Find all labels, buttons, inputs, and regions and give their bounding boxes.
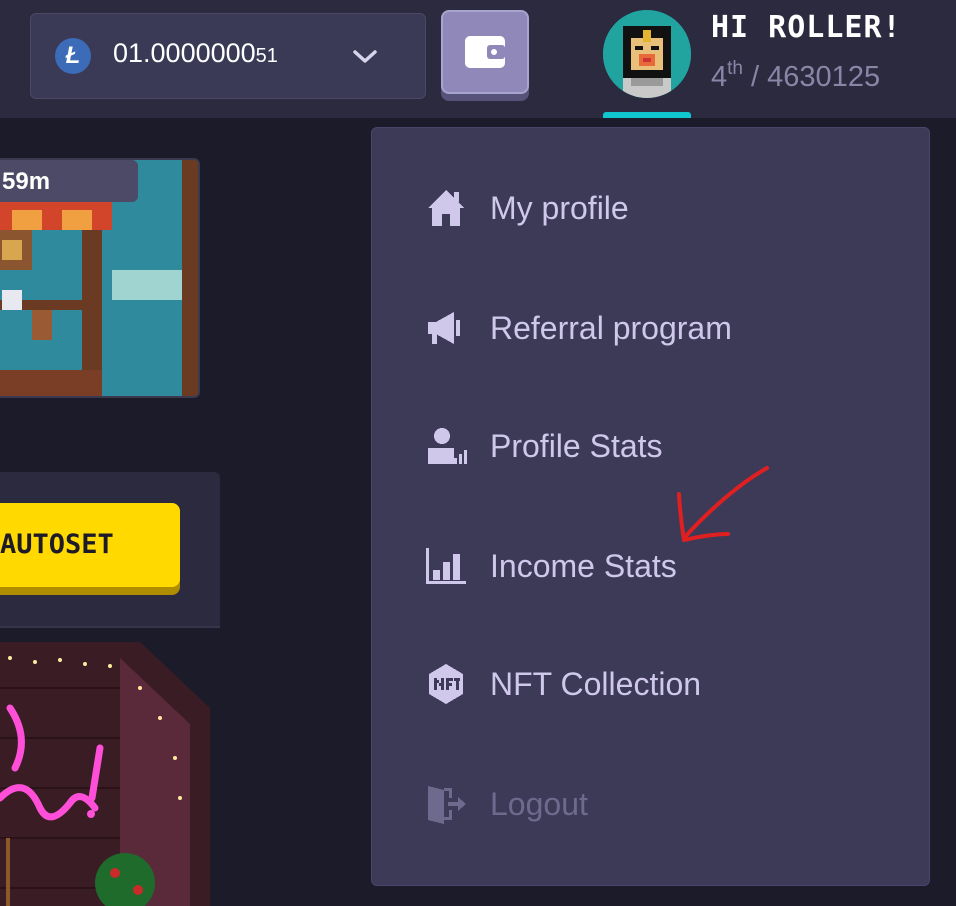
profile-dropdown-menu: My profile Referral program Profile Stat… bbox=[371, 127, 930, 886]
menu-item-label: Logout bbox=[490, 786, 588, 822]
house-icon bbox=[428, 190, 464, 226]
neon-room-image bbox=[0, 628, 220, 906]
nft-icon bbox=[429, 664, 463, 704]
balance-value: 01.000000051 bbox=[113, 38, 278, 68]
menu-item-nft-collection[interactable]: NFT Collection bbox=[372, 646, 931, 726]
menu-item-logout[interactable]: Logout bbox=[372, 766, 931, 846]
autoset-button[interactable]: AUTOSET bbox=[0, 503, 180, 587]
chevron-down-icon[interactable] bbox=[351, 44, 379, 68]
wallet-icon bbox=[465, 36, 505, 68]
menu-item-label: My profile bbox=[490, 190, 629, 226]
menu-item-profile-stats[interactable]: Profile Stats bbox=[372, 408, 931, 488]
menu-item-referral-program[interactable]: Referral program bbox=[372, 290, 931, 370]
logout-door-icon bbox=[428, 786, 466, 824]
menu-item-my-profile[interactable]: My profile bbox=[372, 170, 931, 250]
pixel-avatar-icon bbox=[603, 10, 691, 98]
user-rank: 4th / 4630125 bbox=[711, 58, 881, 93]
bar-chart-icon bbox=[426, 548, 466, 584]
active-indicator bbox=[603, 112, 691, 118]
annotation-arrow-icon bbox=[677, 466, 769, 542]
timer-badge: 59m bbox=[0, 160, 138, 202]
menu-item-income-stats[interactable]: Income Stats bbox=[372, 528, 931, 608]
menu-item-label: NFT Collection bbox=[490, 666, 702, 702]
megaphone-icon bbox=[428, 312, 460, 344]
avatar[interactable] bbox=[603, 10, 691, 98]
litecoin-icon: Ł bbox=[55, 38, 91, 74]
menu-item-label: Profile Stats bbox=[490, 428, 663, 464]
user-stats-icon bbox=[428, 428, 467, 464]
menu-item-label: Referral program bbox=[490, 310, 732, 346]
greeting-title: HI ROLLER! bbox=[711, 10, 902, 45]
balance-selector[interactable]: Ł 01.000000051 bbox=[30, 13, 426, 99]
wallet-button[interactable] bbox=[441, 10, 529, 94]
menu-item-label: Income Stats bbox=[490, 548, 677, 584]
